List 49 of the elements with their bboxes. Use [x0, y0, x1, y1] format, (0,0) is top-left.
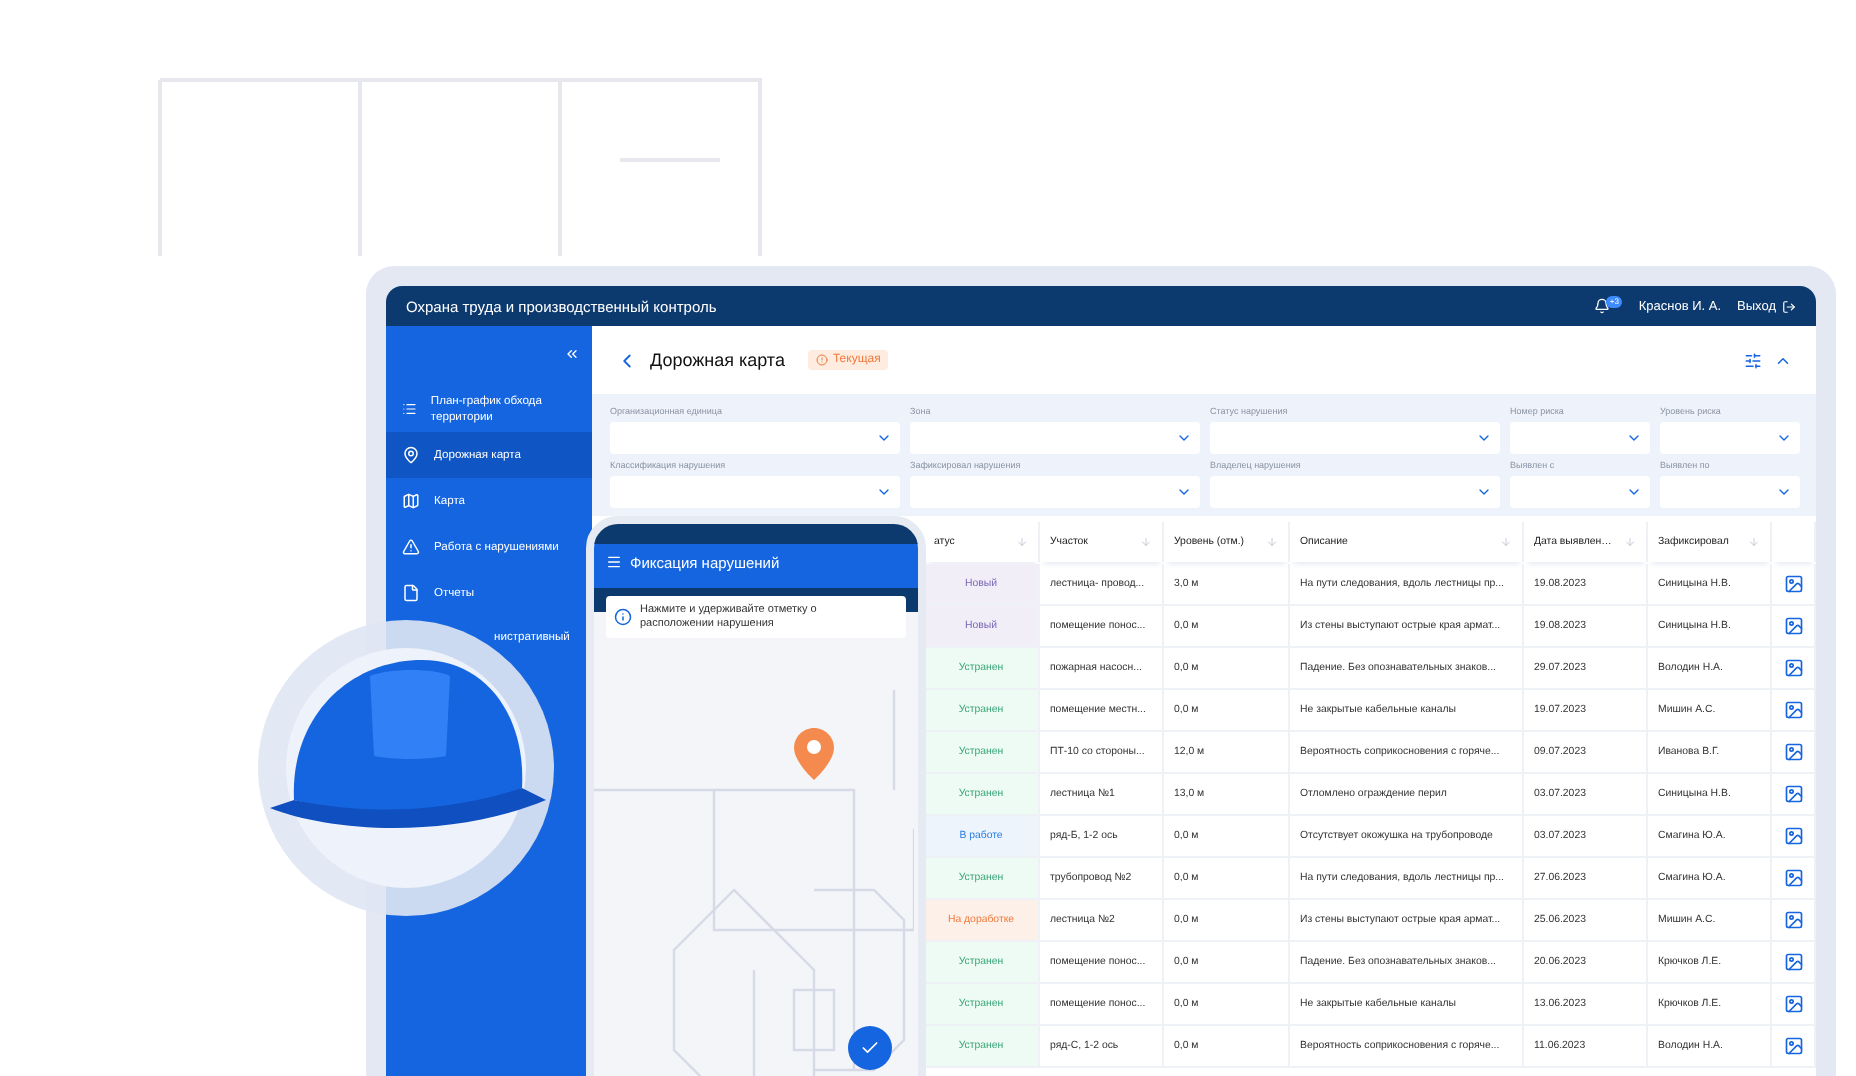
chevron-down-icon: [1176, 430, 1192, 446]
list-icon: [402, 400, 417, 418]
chevron-down-icon: [1776, 430, 1792, 446]
image-icon[interactable]: [1783, 784, 1803, 804]
chevron-down-icon: [1776, 484, 1792, 500]
chevron-down-icon: [1626, 430, 1642, 446]
sliders-icon: [1744, 351, 1762, 369]
image-icon[interactable]: [1783, 574, 1803, 594]
confirm-button[interactable]: [848, 1026, 892, 1070]
dropdown-field[interactable]: [610, 422, 900, 454]
document-icon: [402, 584, 420, 602]
dropdown-field[interactable]: [1660, 422, 1800, 454]
image-icon[interactable]: [1783, 700, 1803, 720]
dropdown-field[interactable]: [610, 476, 900, 508]
image-icon[interactable]: [1783, 1036, 1803, 1056]
chevron-down-icon: [1476, 484, 1492, 500]
image-icon[interactable]: [1783, 910, 1803, 930]
logout-icon: [1782, 299, 1796, 313]
dropdown-field[interactable]: [910, 476, 1200, 508]
chevron-down-icon: [876, 430, 892, 446]
info-icon: [614, 608, 632, 626]
dropdown-field[interactable]: [1510, 422, 1650, 454]
dropdown-field[interactable]: [1210, 422, 1500, 454]
dropdown-field[interactable]: [1510, 476, 1650, 508]
image-icon[interactable]: [1783, 658, 1803, 678]
chevron-down-icon: [1476, 430, 1492, 446]
image-icon[interactable]: [1783, 826, 1803, 846]
map-icon: [402, 492, 420, 510]
page-title: Дорожная карта: [650, 350, 785, 370]
dropdown-field[interactable]: [1660, 476, 1800, 508]
chevron-down-icon: [1626, 484, 1642, 500]
chevron-down-icon: [1176, 484, 1192, 500]
filter-settings-button[interactable]: [1744, 351, 1762, 369]
double-chevron-icon: [564, 346, 580, 362]
image-icon[interactable]: [1783, 868, 1803, 888]
collapse-button[interactable]: [564, 346, 580, 362]
menu-icon[interactable]: [606, 554, 622, 570]
map-pin-icon: [402, 446, 420, 464]
image-icon[interactable]: [1783, 994, 1803, 1014]
dropdown-field[interactable]: [1210, 476, 1500, 508]
image-icon[interactable]: [1783, 952, 1803, 972]
image-icon[interactable]: [1783, 616, 1803, 636]
bell-icon[interactable]: [1594, 298, 1611, 314]
warning-icon: [402, 538, 420, 556]
alert-icon: [816, 354, 829, 366]
chevron-down-icon: [876, 484, 892, 500]
check-icon: [860, 1038, 880, 1058]
dropdown-field[interactable]: [910, 422, 1200, 454]
image-icon[interactable]: [1783, 742, 1803, 762]
